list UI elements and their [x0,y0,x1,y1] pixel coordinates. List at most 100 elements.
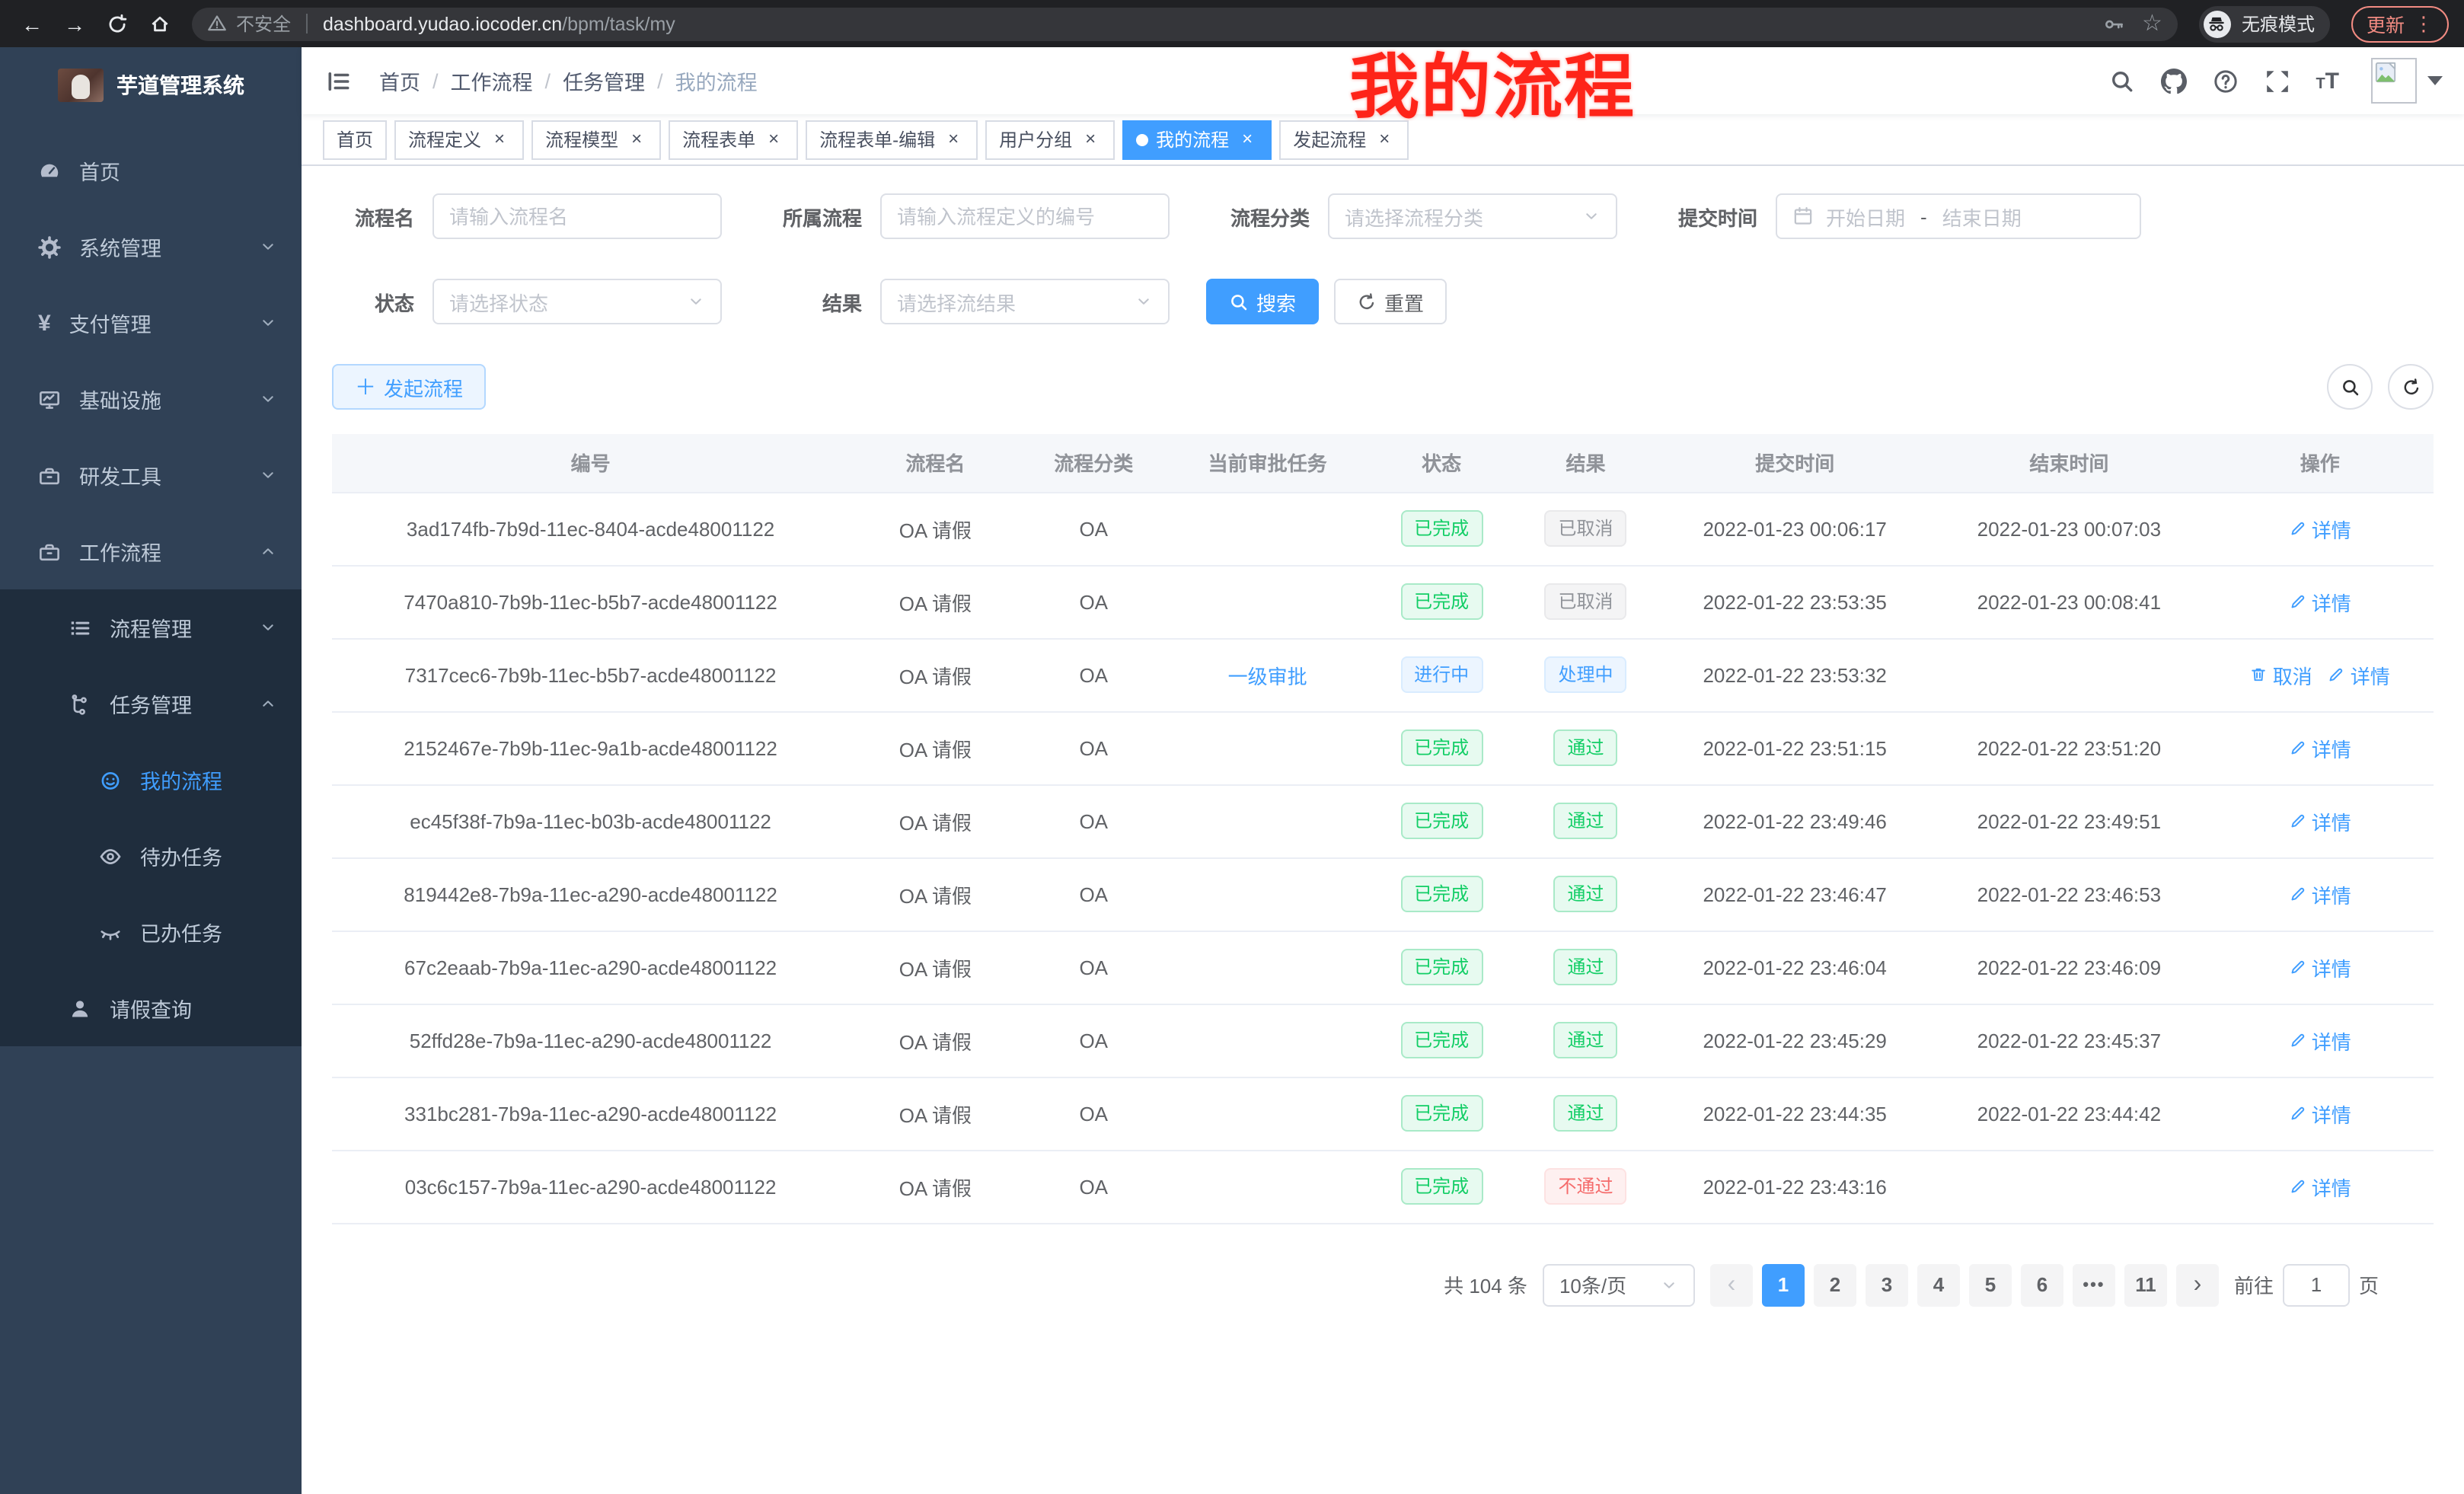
action-label: 详情 [2312,1172,2351,1201]
detail-link[interactable]: 详情 [2289,879,2351,908]
tab-我的流程[interactable]: 我的流程× [1122,120,1272,159]
next-page-button[interactable]: › [2176,1263,2219,1306]
column-header: 状态 [1369,434,1513,492]
action-label: 详情 [2312,953,2351,982]
close-icon[interactable]: × [1237,129,1258,150]
tab-流程表单[interactable]: 流程表单× [669,120,798,159]
process-name-input[interactable] [432,193,722,239]
search-icon [2340,377,2360,397]
action-label: 详情 [2312,733,2351,762]
tab-流程模型[interactable]: 流程模型× [531,120,661,159]
sidebar-item-task-mgmt[interactable]: 任务管理 [0,666,302,742]
sidebar-item-devtools[interactable]: 研发工具 [0,437,302,513]
sidebar-item-infra[interactable]: 基础设施 [0,361,302,437]
font-size-button[interactable]: TT [2316,69,2339,92]
page-button-4[interactable]: 4 [1917,1263,1960,1306]
detail-link[interactable]: 详情 [2289,1099,2351,1128]
detail-link[interactable]: 详情 [2289,587,2351,616]
bookmark-star-icon[interactable]: ☆ [2142,12,2162,35]
action-label: 详情 [2312,1026,2351,1055]
breadcrumb-item[interactable]: 首页 [379,65,420,96]
start-process-button[interactable]: ＋ 发起流程 [332,364,486,410]
close-icon[interactable]: × [626,129,647,150]
detail-link[interactable]: 详情 [2328,660,2390,689]
refresh-table-button[interactable] [2388,364,2434,410]
result-select[interactable]: 请选择流结果 [880,279,1170,324]
sidebar-item-payment[interactable]: ¥支付管理 [0,285,302,361]
detail-link[interactable]: 详情 [2289,514,2351,543]
tab-流程表单-编辑[interactable]: 流程表单-编辑× [806,120,978,159]
close-icon[interactable]: × [943,129,964,150]
submit-time-range-picker[interactable]: 开始日期 - 结束日期 [1776,193,2141,239]
process-category-select[interactable]: 请选择流程分类 [1328,193,1617,239]
process-definition-input[interactable] [880,193,1170,239]
browser-forward-button[interactable]: → [58,7,91,40]
browser-update-button[interactable]: 更新 ⋮ [2351,5,2449,42]
tab-流程定义[interactable]: 流程定义× [394,120,524,159]
cell-submit-time: 2022-01-22 23:53:32 [1658,638,1932,711]
address-bar[interactable]: 不安全 dashboard.yudao.iocoder.cn/bpm/task/… [192,7,2178,40]
detail-link[interactable]: 详情 [2289,733,2351,762]
breadcrumb-item[interactable]: 工作流程 [451,65,533,96]
cell-status: 已完成 [1369,1004,1513,1077]
close-icon[interactable]: × [489,129,510,150]
detail-link[interactable]: 详情 [2289,953,2351,982]
sidebar-item-home[interactable]: 首页 [0,132,302,209]
browser-menu-dots-icon[interactable]: ⋮ [2414,11,2434,36]
sidebar-item-workflow[interactable]: 工作流程 [0,513,302,589]
cell-actions: 详情 [2206,1150,2434,1223]
hamburger-icon[interactable] [323,68,355,94]
page-button-2[interactable]: 2 [1814,1263,1856,1306]
detail-link[interactable]: 详情 [2289,1172,2351,1201]
page-button-3[interactable]: 3 [1866,1263,1908,1306]
help-button[interactable] [2212,68,2238,94]
sidebar-item-system[interactable]: 系统管理 [0,209,302,285]
pager-ellipsis[interactable]: ••• [2073,1263,2115,1306]
tab-用户分组[interactable]: 用户分组× [985,120,1115,159]
avatar[interactable] [2371,58,2417,104]
avatar-caret-icon[interactable] [2427,76,2443,85]
page-button-11[interactable]: 11 [2124,1263,2167,1306]
cell-current-task[interactable]: 一级审批 [1166,638,1370,711]
close-icon[interactable]: × [763,129,784,150]
page-button-5[interactable]: 5 [1969,1263,2012,1306]
sidebar-item-leave-query[interactable]: 请假查询 [0,970,302,1046]
page-button-1[interactable]: 1 [1762,1263,1805,1306]
key-icon[interactable] [2102,13,2124,34]
page-button-6[interactable]: 6 [2021,1263,2063,1306]
search-button[interactable]: 搜索 [1206,279,1319,324]
status-badge: 已完成 [1400,949,1483,985]
prev-page-button[interactable]: ‹ [1710,1263,1753,1306]
cancel-link[interactable]: 取消 [2250,660,2312,689]
detail-link[interactable]: 详情 [2289,1026,2351,1055]
browser-back-button[interactable]: ← [15,7,49,40]
status-badge: 已完成 [1400,510,1483,547]
table-row: 67c2eaab-7b9a-11ec-a290-acde48001122OA 请… [332,931,2434,1004]
action-label: 详情 [2312,1099,2351,1128]
cell-end-time: 2022-01-22 23:44:42 [1932,1077,2206,1150]
sidebar-item-done-task[interactable]: 已办任务 [0,894,302,970]
close-icon[interactable]: × [1080,129,1101,150]
fullscreen-button[interactable] [2264,68,2290,94]
breadcrumb-item[interactable]: 任务管理 [563,65,645,96]
cell-id: 7317cec6-7b9b-11ec-b5b7-acde48001122 [332,638,849,711]
current-task-link[interactable]: 一级审批 [1228,665,1307,688]
browser-home-button[interactable] [143,7,177,40]
toggle-search-button[interactable] [2327,364,2373,410]
browser-reload-button[interactable] [101,7,134,40]
status-select[interactable]: 请选择状态 [432,279,722,324]
search-button[interactable] [2108,68,2134,94]
sidebar-item-todo-task[interactable]: 待办任务 [0,818,302,894]
page-size-select[interactable]: 10条/页 [1543,1263,1695,1306]
cell-status: 进行中 [1369,638,1513,711]
sidebar-item-process-mgmt[interactable]: 流程管理 [0,589,302,666]
sidebar-logo[interactable]: 芋道管理系统 [0,47,302,123]
result-badge: 通过 [1553,803,1617,839]
goto-page-input[interactable] [2283,1263,2350,1306]
incognito-icon [2204,10,2231,37]
sidebar-item-my-process[interactable]: 我的流程 [0,742,302,818]
github-button[interactable] [2160,68,2186,94]
reset-button[interactable]: 重置 [1334,279,1447,324]
tab-首页[interactable]: 首页 [323,120,387,159]
detail-link[interactable]: 详情 [2289,806,2351,835]
